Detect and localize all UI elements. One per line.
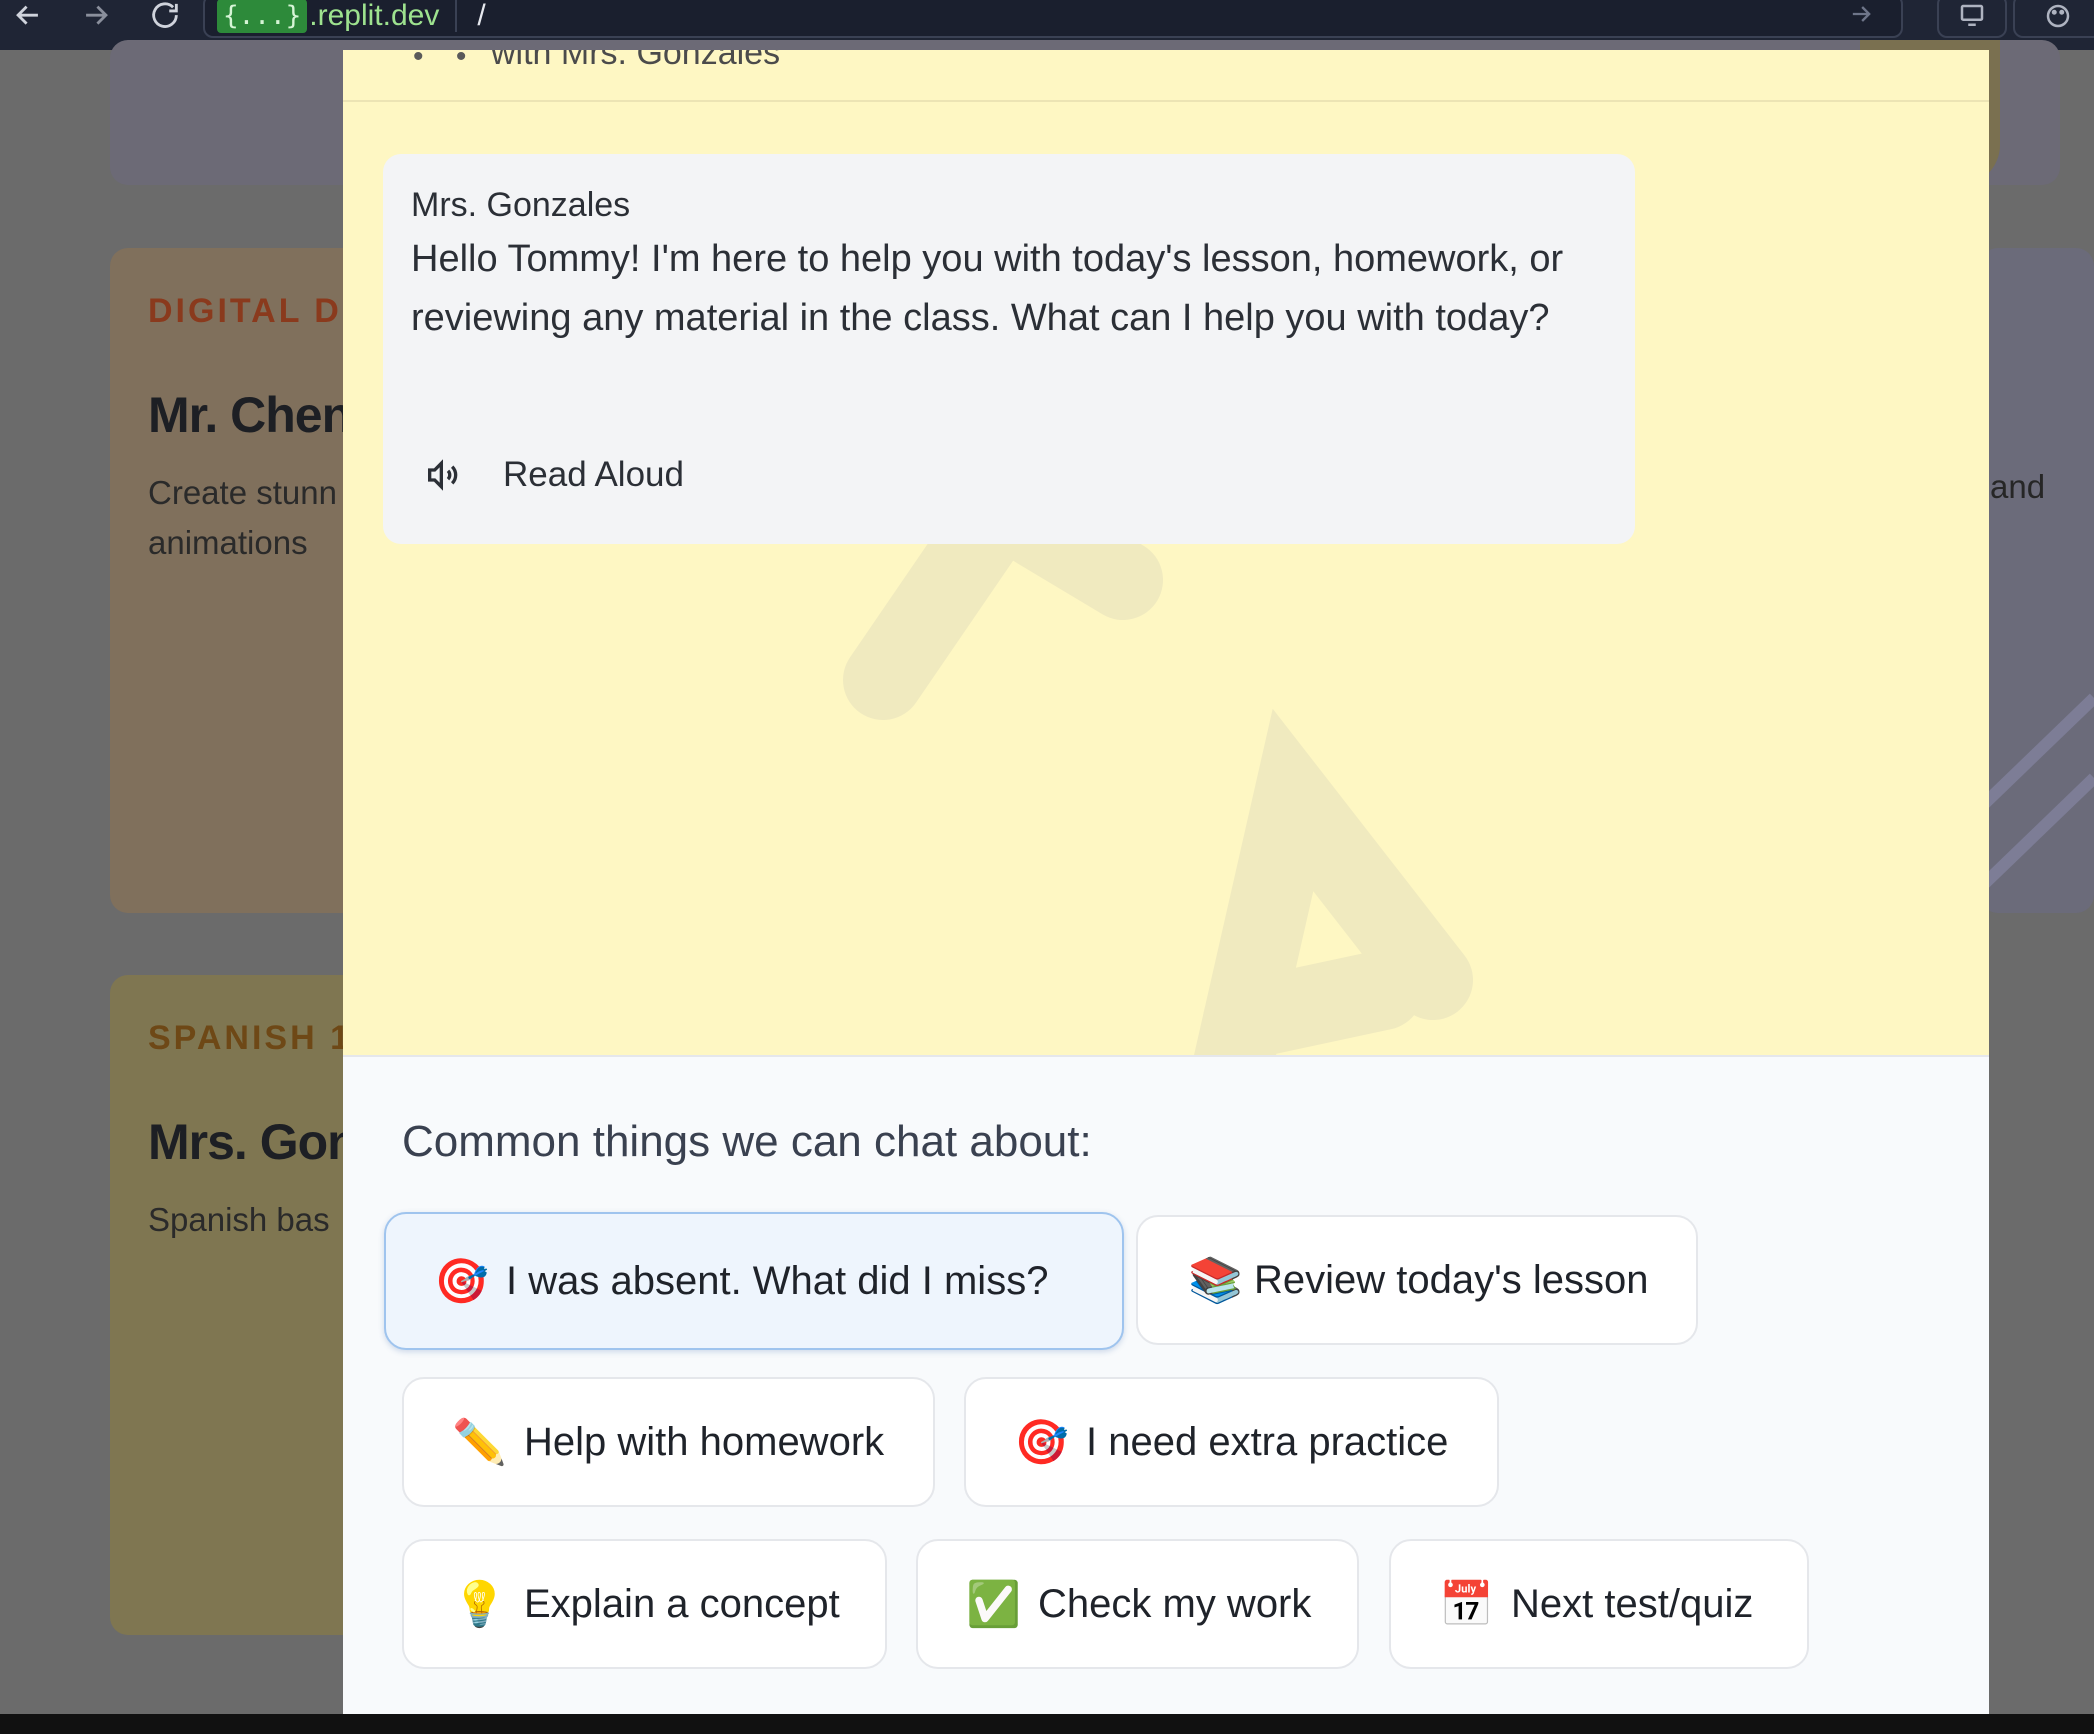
forward-icon[interactable] (76, 0, 116, 36)
bottom-edge (0, 1714, 2094, 1734)
pencil-icon: ✏️ (452, 1417, 507, 1468)
books-icon: 📚 (1188, 1255, 1243, 1306)
message-text: Hello Tommy! I'm here to help you with t… (411, 238, 1564, 339)
go-arrow-icon[interactable] (1841, 0, 1881, 32)
card-description-line2: animations (148, 524, 308, 561)
card-teacher-name: Mr. Chen (148, 387, 352, 443)
card-subject-label: SPANISH 1 (148, 1019, 352, 1057)
modal-header: • • with Mrs. Gonzales (343, 50, 1989, 102)
suggestion-label: I was absent. What did I miss? (506, 1258, 1049, 1303)
modal-subtitle: with Mrs. Gonzales (491, 50, 781, 72)
target-icon: 🎯 (434, 1256, 489, 1307)
reload-icon[interactable] (145, 0, 185, 36)
suggestion-homework[interactable]: ✏️ Help with homework (402, 1377, 935, 1507)
url-divider (455, 0, 458, 32)
read-aloud-button[interactable]: Read Aloud (423, 444, 684, 506)
card-description-snippet: and (1990, 468, 2046, 505)
suggestions-panel: Common things we can chat about: 🎯 I was… (343, 1055, 1989, 1714)
card-description: Create stunn (148, 474, 337, 511)
suggestion-extra-practice[interactable]: 🎯 I need extra practice (964, 1377, 1499, 1507)
message-bubble: Mrs. Gonzales Hello Tommy! I'm here to h… (383, 154, 1635, 544)
read-aloud-label: Read Aloud (503, 455, 684, 494)
card-decoration (1980, 693, 2094, 893)
target-icon: 🎯 (1014, 1417, 1069, 1468)
card-subject-label: DIGITAL DE (148, 292, 368, 330)
header-decoration: • • (413, 50, 479, 73)
suggestion-label: Explain a concept (524, 1581, 840, 1626)
back-icon[interactable] (8, 0, 48, 36)
devices-icon[interactable] (1937, 0, 2007, 38)
speaker-icon (428, 459, 458, 491)
suggestion-label: Check my work (1038, 1581, 1312, 1626)
card-teacher-name: Mrs. Gon (148, 1114, 358, 1170)
suggestion-label: Next test/quiz (1511, 1581, 1754, 1626)
message-sender: Mrs. Gonzales (411, 186, 631, 224)
suggestion-absent[interactable]: 🎯 I was absent. What did I miss? (384, 1212, 1124, 1350)
suggestion-explain-concept[interactable]: 💡 Explain a concept (402, 1539, 887, 1669)
url-host: .replit.dev (309, 0, 440, 32)
url-path: / (477, 0, 486, 32)
suggestion-review-lesson[interactable]: 📚 Review today's lesson (1136, 1215, 1698, 1345)
suggestion-label: Help with homework (524, 1419, 885, 1464)
suggestion-label: Review today's lesson (1254, 1257, 1649, 1302)
lightbulb-icon: 💡 (452, 1579, 507, 1630)
calendar-icon: 📅 (1439, 1579, 1494, 1630)
suggestion-check-work[interactable]: ✅ Check my work (916, 1539, 1359, 1669)
suggestion-next-test[interactable]: 📅 Next test/quiz (1389, 1539, 1809, 1669)
chat-modal: • • with Mrs. Gonzales Mrs. Gonzales Hel… (343, 50, 1989, 1714)
address-bar[interactable]: {...} .replit.dev / (203, 0, 1903, 38)
url-badge: {...} (217, 0, 308, 33)
suggestion-label: I need extra practice (1086, 1419, 1449, 1464)
checkmark-icon: ✅ (966, 1579, 1021, 1630)
card-description: Spanish bas (148, 1201, 330, 1238)
class-card-right (1980, 248, 2094, 913)
suggestions-title: Common things we can chat about: (402, 1117, 1092, 1166)
palette-icon[interactable] (2013, 0, 2094, 38)
